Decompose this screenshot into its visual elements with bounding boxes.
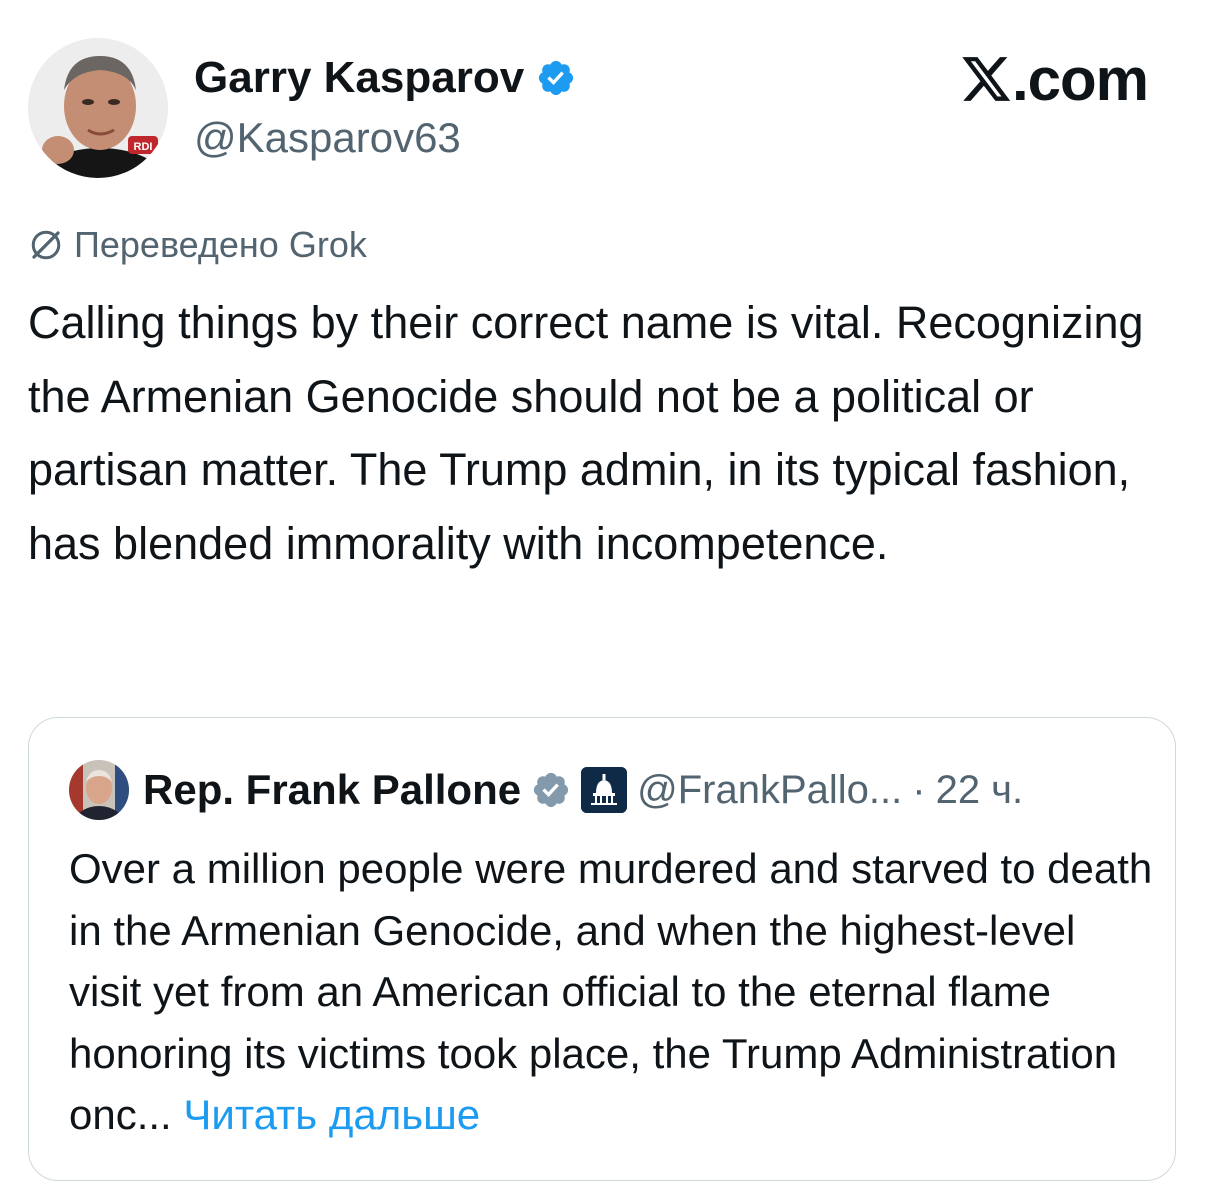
author-name[interactable]: Garry Kasparov <box>194 52 524 104</box>
read-more-link[interactable]: Читать дальше <box>183 1091 480 1138</box>
avatar-badge: RDI <box>134 141 153 153</box>
brand-logo: .com <box>962 44 1149 116</box>
quote-author-avatar[interactable] <box>69 760 129 820</box>
quote-author-name[interactable]: Rep. Frank Pallone <box>143 766 521 814</box>
quote-text: Over a million people were murdered and … <box>69 838 1159 1146</box>
author-handle[interactable]: @Kasparov63 <box>194 110 461 166</box>
brand-domain: .com <box>1011 46 1149 113</box>
meta-separator: · <box>912 767 926 812</box>
tweet-text: Calling things by their correct name is … <box>28 297 1144 569</box>
translation-text: Переведено Grok <box>74 224 367 265</box>
translation-label[interactable]: Переведено Grok <box>28 222 367 268</box>
x-logo-icon <box>962 57 1011 101</box>
author-name-row[interactable]: Garry Kasparov <box>194 52 576 104</box>
quote-avatar-photo <box>69 760 129 820</box>
author-avatar[interactable]: RDI <box>28 38 168 178</box>
quote-timestamp[interactable]: 22 ч. <box>936 768 1024 813</box>
affiliation-badge-icon[interactable] <box>581 767 628 813</box>
quoted-tweet-card[interactable]: Rep. Frank Pallone @FrankPallo... · 22 ч… <box>28 717 1176 1181</box>
quote-author-handle[interactable]: @FrankPallo... <box>637 768 902 813</box>
verified-gray-badge-icon <box>534 772 569 808</box>
capitol-icon <box>581 767 628 813</box>
quote-header: Rep. Frank Pallone @FrankPallo... · 22 ч… <box>143 762 1023 818</box>
verified-badge-icon <box>539 60 574 96</box>
grok-icon <box>31 230 61 260</box>
avatar-photo: RDI <box>28 38 168 178</box>
